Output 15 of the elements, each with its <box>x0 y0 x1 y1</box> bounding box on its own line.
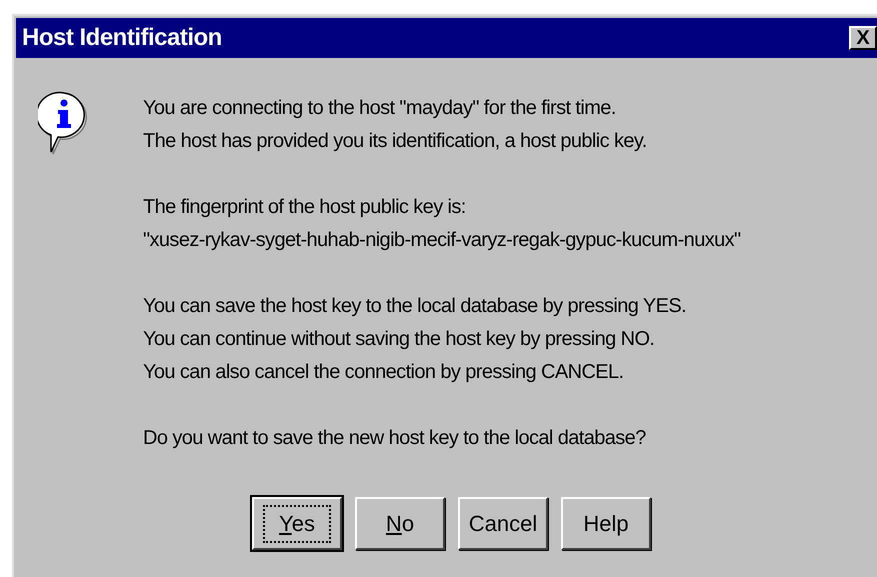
dialog-button[interactable]: Yes <box>252 497 342 550</box>
info-icon <box>38 90 90 156</box>
dialog-button[interactable]: No <box>355 497 445 550</box>
message-text: You can continue without saving the host key by pressing NO. <box>143 327 656 352</box>
message-text: You are connecting to the host "mayday" for the first time. <box>143 96 617 121</box>
message-text: You can save the host key to the local database by pressing YES. <box>143 294 688 319</box>
close-button[interactable]: X <box>849 26 877 50</box>
dialog-button[interactable]: Help <box>561 497 651 550</box>
message-text: The fingerprint of the host public key is: <box>143 195 467 220</box>
window-title: Host Identification <box>22 24 222 52</box>
message-text: "xusez-rykav-syget-huhab-nigib-mecif-varyz-regak-gypuc-kucum-nuxux" <box>143 228 741 253</box>
message-text: You can also cancel the connection by pressing CANCEL. <box>143 360 625 385</box>
message-text: Do you want to save the new host key to the local database? <box>143 426 647 451</box>
dialog-button[interactable]: Cancel <box>458 497 548 550</box>
message-text: The host has provided you its identification, a host public key. <box>143 129 648 154</box>
